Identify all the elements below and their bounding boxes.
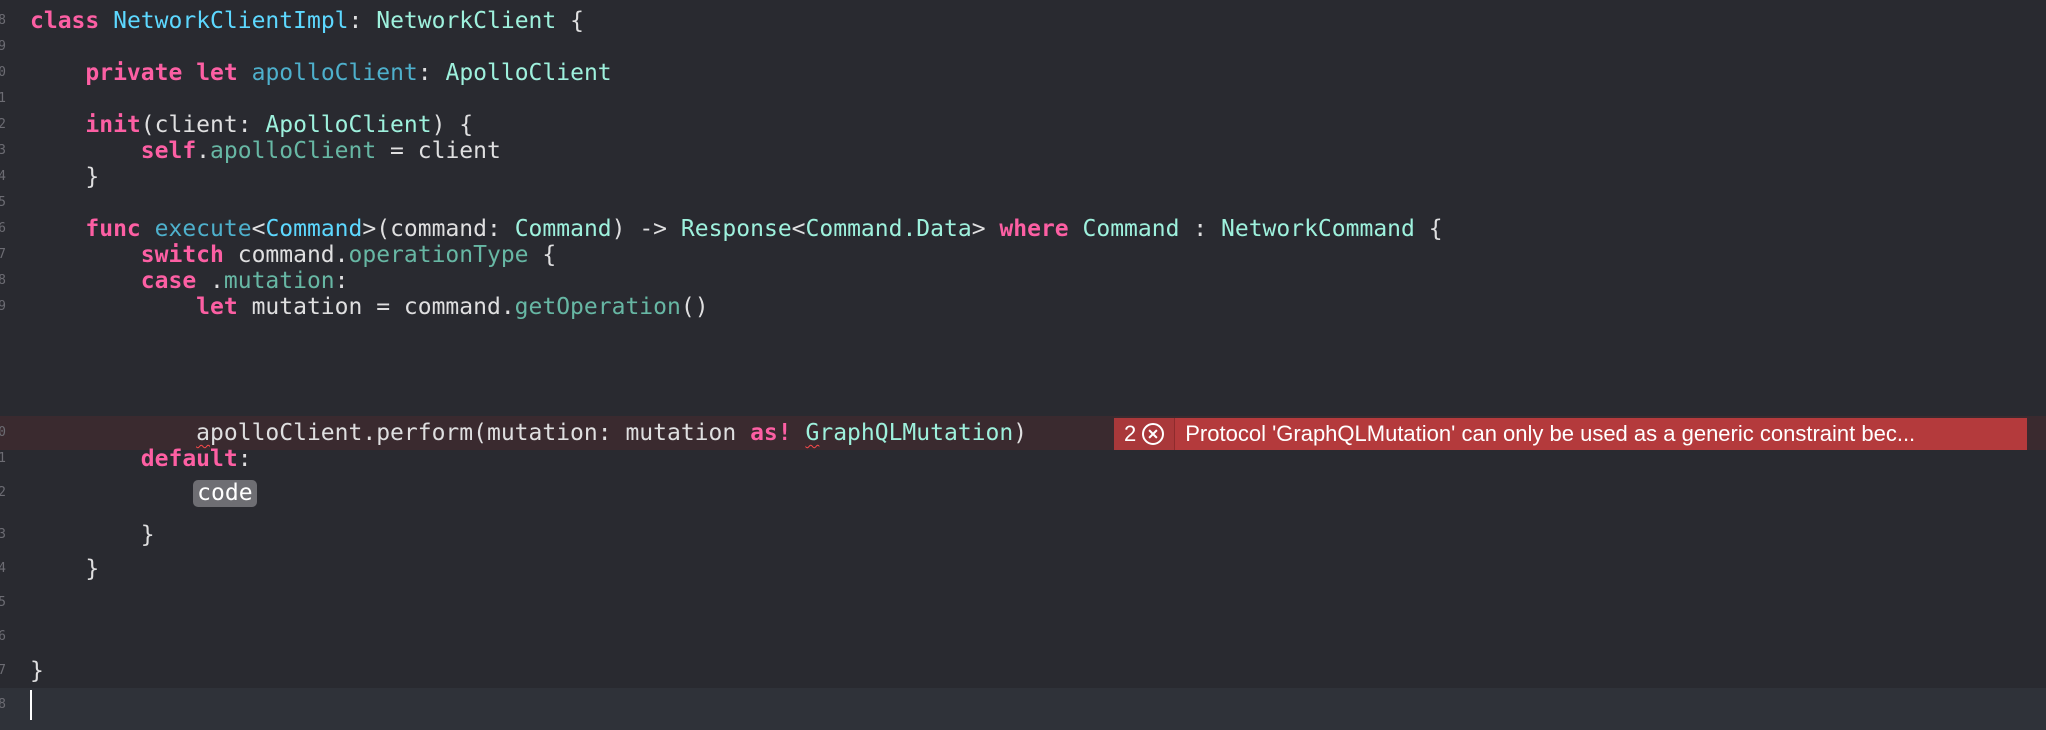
code-line-18[interactable]: 5	[0, 586, 2046, 620]
error-count: 2	[1124, 421, 1137, 446]
keyword-let: let	[196, 294, 238, 320]
method-call: getOperation	[514, 294, 681, 320]
line-number: 1	[0, 451, 6, 466]
code-line-16[interactable]: 3 }	[0, 518, 2046, 552]
line-number: 7	[0, 663, 6, 678]
line-number: 5	[0, 595, 6, 610]
code-line-17[interactable]: 4 }	[0, 552, 2046, 586]
inline-error-banner[interactable]: 2 Protocol 'GraphQLMutation' can only be…	[1114, 418, 2027, 450]
code-line-20[interactable]: 7 }	[0, 654, 2046, 688]
text-cursor	[30, 690, 32, 720]
keyword-default: default	[140, 446, 238, 472]
code-editor[interactable]: 8 class NetworkClientImpl: NetworkClient…	[0, 0, 2046, 730]
line-number: 3	[0, 527, 6, 542]
code-line-15[interactable]: 2 code	[0, 476, 2046, 510]
error-x-circle-icon	[1142, 423, 1165, 445]
code-line-12[interactable]: 9 let mutation = command.getOperation()	[0, 290, 2046, 324]
error-message: Protocol 'GraphQLMutation' can only be u…	[1185, 421, 1916, 446]
code-line-19[interactable]: 6	[0, 620, 2046, 654]
line-number: 2	[0, 485, 6, 500]
close-brace: }	[85, 556, 100, 582]
line-number: 4	[0, 561, 6, 576]
code-placeholder-token[interactable]: code	[193, 480, 257, 507]
parens: ()	[680, 294, 709, 320]
line-number: 9	[0, 299, 6, 314]
colon: :	[237, 446, 252, 472]
error-count-badge[interactable]: 2	[1114, 418, 1176, 450]
close-brace: }	[140, 522, 155, 548]
close-brace: }	[30, 658, 44, 684]
line-number: 8	[0, 697, 6, 712]
expression: mutation = command.	[237, 294, 515, 320]
code-line-21[interactable]: 8	[0, 688, 2046, 730]
line-number: 6	[0, 629, 6, 644]
